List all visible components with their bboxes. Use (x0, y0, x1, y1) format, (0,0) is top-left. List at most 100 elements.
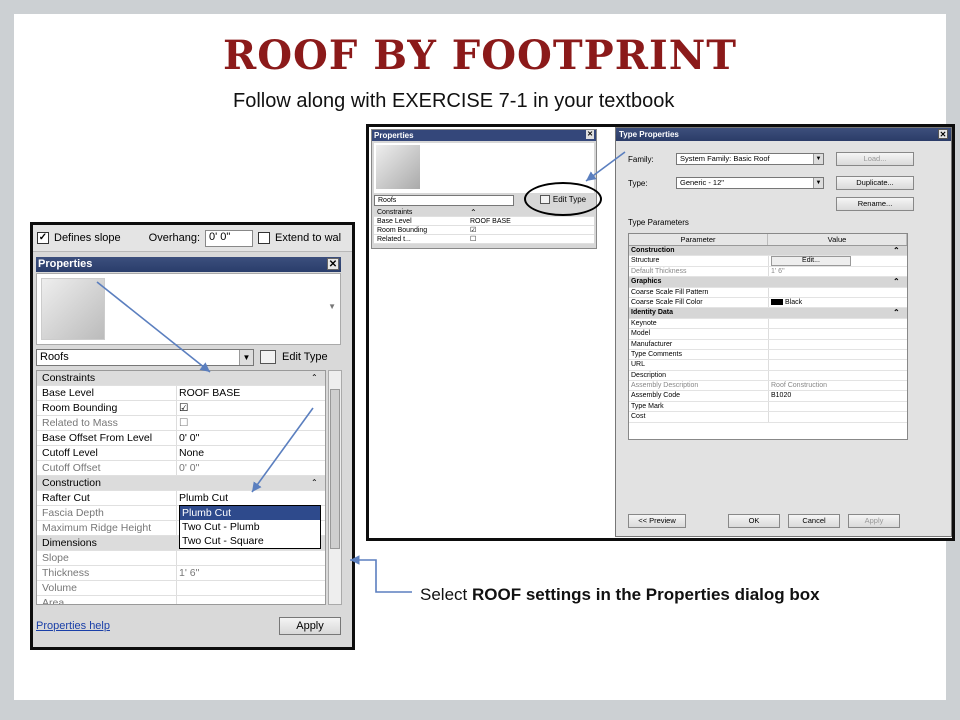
properties-scrollbar[interactable] (328, 370, 342, 605)
property-row[interactable]: Cost (629, 412, 907, 423)
defines-slope-checkbox[interactable]: ✓ (37, 232, 49, 244)
chevron-down-icon[interactable]: ▼ (813, 154, 823, 164)
load-button[interactable]: Load... (836, 152, 914, 166)
collapse-icon[interactable]: ⌃ (470, 208, 484, 217)
property-row[interactable]: Room Bounding ☑ (37, 401, 325, 416)
collapse-icon[interactable]: ⌃ (893, 308, 907, 317)
property-row[interactable]: Type Comments (629, 349, 907, 361)
section-header[interactable]: Graphics ⌃ (629, 277, 907, 288)
property-value[interactable]: Plumb Cut (177, 491, 325, 505)
property-row[interactable]: Model (629, 329, 907, 340)
section-header[interactable]: Construction ⌃ (629, 246, 907, 257)
collapse-icon[interactable]: ⌃ (311, 476, 325, 490)
property-value[interactable] (769, 340, 907, 349)
section-header[interactable]: Constraints ⌃ (37, 371, 325, 386)
property-row[interactable]: Cutoff Level None (37, 446, 325, 461)
property-row[interactable]: Base Level ROOF BASE (374, 217, 594, 226)
properties-help-link[interactable]: Properties help (36, 620, 110, 632)
property-value[interactable]: ☐ (470, 235, 476, 243)
chevron-down-icon[interactable]: ▼ (813, 178, 823, 188)
property-value[interactable] (769, 402, 907, 411)
preview-button[interactable]: << Preview (628, 514, 686, 528)
property-value[interactable]: ROOF BASE (177, 386, 325, 400)
apply-button[interactable]: Apply (279, 617, 341, 635)
property-value[interactable]: 1' 6" (769, 267, 907, 276)
edit-type-icon[interactable] (539, 194, 550, 204)
property-row[interactable]: Area (37, 596, 325, 604)
type-apply-button[interactable]: Apply (848, 514, 900, 528)
mini-edit-type-button[interactable]: Edit Type (553, 195, 586, 204)
collapse-icon[interactable]: ⌃ (893, 277, 907, 286)
duplicate-button[interactable]: Duplicate... (836, 176, 914, 190)
type-selector[interactable]: Roofs ▼ (36, 348, 254, 366)
property-row[interactable]: Manufacturer (629, 339, 907, 350)
collapse-icon[interactable]: ⌃ (893, 246, 907, 255)
property-row[interactable]: Base Level ROOF BASE (37, 386, 325, 401)
scrollbar-thumb[interactable] (330, 389, 340, 549)
property-row[interactable]: Thickness 1' 6" (37, 566, 325, 581)
property-row[interactable]: Related t... ☐ (374, 235, 594, 244)
property-value[interactable] (177, 551, 325, 565)
type-select[interactable]: Generic - 12" ▼ (676, 177, 824, 189)
extend-to-wall-checkbox[interactable] (258, 232, 271, 244)
property-value[interactable]: Roof Construction (769, 381, 907, 390)
edit-type-button[interactable]: Edit Type (282, 351, 328, 363)
property-value[interactable]: Black (769, 298, 907, 307)
property-value[interactable]: 1' 6" (177, 566, 325, 580)
property-row[interactable]: Keynote (629, 318, 907, 330)
property-row[interactable]: Default Thickness 1' 6" (629, 266, 907, 278)
property-row[interactable]: Coarse Scale Fill Color Black (629, 297, 907, 309)
property-row[interactable]: Description (629, 370, 907, 382)
property-value[interactable]: ☑ (470, 226, 476, 234)
property-value[interactable]: 0' 0" (177, 461, 325, 475)
collapse-icon[interactable]: ⌃ (311, 371, 325, 385)
property-value[interactable] (177, 581, 325, 595)
property-row[interactable]: Volume (37, 581, 325, 596)
property-value[interactable]: ROOF BASE (470, 217, 511, 225)
rename-button[interactable]: Rename... (836, 197, 914, 211)
rafter-cut-option[interactable]: Plumb Cut (180, 506, 320, 520)
property-row[interactable]: Type Mark (629, 401, 907, 413)
ok-button[interactable]: OK (728, 514, 780, 528)
mini-type-selector[interactable]: Roofs (374, 195, 514, 206)
property-value[interactable]: 0' 0" (177, 431, 325, 445)
close-icon[interactable]: ✕ (327, 258, 339, 270)
rafter-cut-option[interactable]: Two Cut - Square (180, 534, 320, 548)
property-value[interactable]: None (177, 446, 325, 460)
property-value[interactable] (769, 371, 907, 380)
property-value[interactable] (769, 412, 907, 421)
property-value[interactable] (769, 288, 907, 297)
close-icon[interactable]: ✕ (586, 130, 594, 139)
property-row[interactable]: Coarse Scale Fill Pattern (629, 287, 907, 298)
close-icon[interactable]: ✕ (938, 129, 948, 139)
rafter-cut-option[interactable]: Two Cut - Plumb (180, 520, 320, 534)
property-value[interactable] (769, 329, 907, 338)
property-row[interactable]: Room Bounding ☑ (374, 226, 594, 235)
property-value[interactable]: ☐ (177, 416, 325, 430)
section-header[interactable]: Construction ⌃ (37, 476, 325, 491)
property-value[interactable] (177, 596, 325, 604)
chevron-down-icon[interactable]: ▼ (239, 349, 253, 365)
property-row[interactable]: Base Offset From Level 0' 0" (37, 431, 325, 446)
property-value[interactable] (769, 319, 907, 328)
cancel-button[interactable]: Cancel (788, 514, 840, 528)
property-row[interactable]: Related to Mass ☐ (37, 416, 325, 431)
property-value[interactable] (769, 350, 907, 359)
property-value[interactable]: Edit... (769, 256, 907, 267)
structure-edit-button[interactable]: Edit... (771, 256, 851, 267)
property-row[interactable]: Assembly Description Roof Construction (629, 381, 907, 392)
property-row[interactable]: URL (629, 360, 907, 371)
section-header[interactable]: Identity Data ⌃ (629, 308, 907, 319)
preview-dropdown-icon[interactable]: ▼ (328, 302, 336, 311)
property-value[interactable]: B1020 (769, 391, 907, 400)
edit-type-icon[interactable] (260, 350, 276, 364)
property-row[interactable]: Structure Edit... (629, 256, 907, 267)
overhang-input[interactable]: 0' 0" (205, 229, 254, 247)
property-value[interactable]: ☑ (177, 401, 325, 415)
property-row[interactable]: Assembly Code B1020 (629, 391, 907, 402)
property-row[interactable]: Cutoff Offset 0' 0" (37, 461, 325, 476)
property-row[interactable]: Slope (37, 551, 325, 566)
family-select[interactable]: System Family: Basic Roof ▼ (676, 153, 824, 165)
property-value[interactable] (769, 360, 907, 369)
property-row[interactable]: Rafter Cut Plumb Cut (37, 491, 325, 506)
